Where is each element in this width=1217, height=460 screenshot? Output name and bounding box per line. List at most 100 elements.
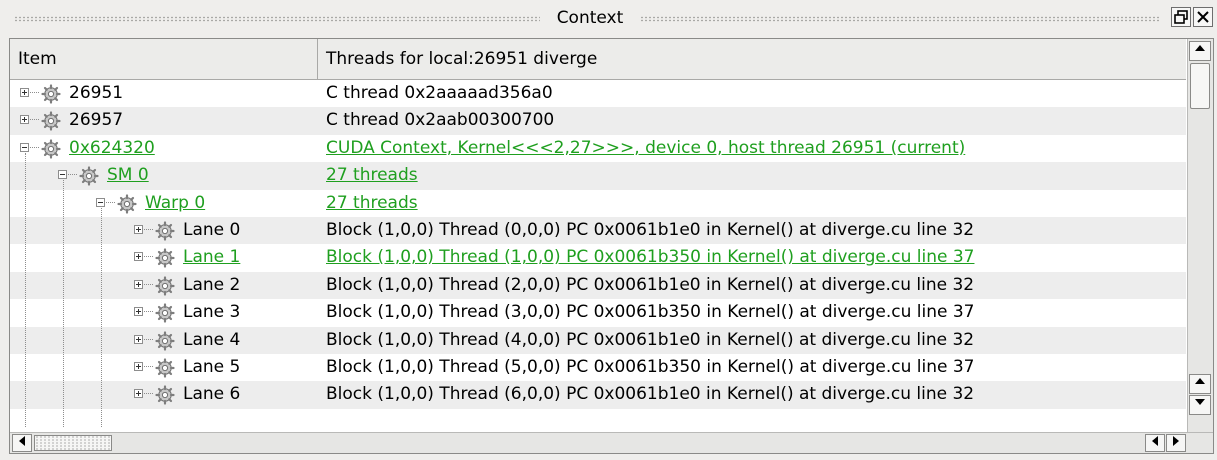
- tree-branch-line: [68, 174, 77, 176]
- arrow-left-icon: [1152, 436, 1158, 446]
- tree-guide-line: [25, 152, 26, 427]
- column-header-threads[interactable]: Threads for local:26951 diverge: [318, 39, 1186, 79]
- gear-icon: [155, 385, 175, 405]
- vertical-scrollbar[interactable]: [1187, 39, 1213, 432]
- gear-icon: [155, 330, 175, 351]
- gear-icon: [41, 139, 61, 159]
- tree-branch-line: [30, 146, 39, 148]
- tree-branch-line: [144, 338, 153, 340]
- tree-item-value: 27 threads: [326, 192, 418, 213]
- tree-item-value: CUDA Context, Kernel<<<2,27>>>, device 0…: [326, 137, 966, 158]
- tree-item-label[interactable]: SM 0: [107, 162, 149, 189]
- tree-row[interactable]: Lane 6 Block (1,0,0) Thread (6,0,0) PC 0x…: [10, 381, 1186, 409]
- tree-guide-line: [63, 180, 64, 427]
- horizontal-scroll-thumb[interactable]: [34, 435, 112, 451]
- tree-item-label[interactable]: Lane 5: [183, 354, 240, 381]
- arrow-left-icon: [19, 436, 25, 446]
- tree-branch-line: [144, 256, 153, 258]
- tree-item-value: Block (1,0,0) Thread (5,0,0) PC 0x0061b3…: [326, 356, 975, 377]
- gear-icon: [79, 166, 99, 186]
- gear-icon: [41, 84, 61, 104]
- arrow-right-icon: [1173, 436, 1179, 446]
- gear-icon: [117, 193, 137, 214]
- tree-item-value: C thread 0x2aab00300700: [326, 110, 555, 131]
- tree-item-value: Block (1,0,0) Thread (3,0,0) PC 0x0061b3…: [326, 302, 975, 323]
- tree-row[interactable]: Warp 0 27 threads: [10, 190, 1186, 217]
- scroll-up-button[interactable]: [1189, 41, 1211, 61]
- table-header: Item Threads for local:26951 diverge: [10, 39, 1186, 80]
- expand-icon[interactable]: [20, 115, 29, 125]
- expand-icon[interactable]: [20, 88, 29, 97]
- scroll-left-button-right[interactable]: [1145, 434, 1165, 452]
- tree-item-label[interactable]: 0x624320: [69, 135, 155, 162]
- expand-icon[interactable]: [134, 361, 143, 371]
- tree-item-value: Block (1,0,0) Thread (4,0,0) PC 0x0061b1…: [326, 329, 975, 350]
- expand-icon[interactable]: [134, 389, 143, 399]
- vertical-scroll-thumb[interactable]: [1190, 63, 1210, 109]
- tree-row[interactable]: Lane 5 Block (1,0,0) Thread (5,0,0) PC 0x…: [10, 354, 1186, 381]
- gear-icon: [155, 358, 175, 378]
- scroll-right-button[interactable]: [1166, 434, 1186, 452]
- title-bar: Context: [0, 0, 1217, 37]
- tree-row[interactable]: Lane 2 Block (1,0,0) Thread (2,0,0) PC 0x…: [10, 271, 1186, 300]
- tree-guide-line: [101, 207, 102, 427]
- tree-branch-line: [144, 283, 153, 285]
- tree-row[interactable]: 0x624320 CUDA Context, Kernel<<<2,27>>>, …: [10, 135, 1186, 162]
- tree-item-value: Block (1,0,0) Thread (6,0,0) PC 0x0061b1…: [326, 384, 975, 405]
- expand-icon[interactable]: [134, 334, 143, 344]
- tree-branch-line: [106, 201, 115, 203]
- tree-branch-line: [144, 365, 153, 367]
- restore-icon: [1174, 10, 1188, 24]
- collapse-icon[interactable]: [58, 170, 67, 180]
- expand-icon[interactable]: [134, 252, 143, 262]
- tree-row[interactable]: 26951 C thread 0x2aaaaad356a0: [10, 80, 1186, 107]
- tree-item-label[interactable]: Warp 0: [145, 190, 205, 217]
- scroll-down-button[interactable]: [1189, 395, 1211, 415]
- tree-row[interactable]: 26957 C thread 0x2aab00300700: [10, 107, 1186, 135]
- title-grip-right[interactable]: [640, 16, 1160, 22]
- gear-icon: [155, 276, 175, 296]
- tree-item-label[interactable]: Lane 6: [183, 381, 240, 408]
- tree-item-value: Block (1,0,0) Thread (2,0,0) PC 0x0061b1…: [326, 274, 975, 295]
- tree-item-value: Block (1,0,0) Thread (1,0,0) PC 0x0061b3…: [326, 247, 975, 268]
- scroll-up-button-lower[interactable]: [1189, 374, 1211, 394]
- expand-icon[interactable]: [134, 279, 143, 289]
- context-panel: Item Threads for local:26951 diverge 269…: [9, 38, 1214, 454]
- collapse-icon[interactable]: [96, 197, 105, 207]
- tree-item-label[interactable]: 26957: [69, 107, 123, 134]
- gear-icon: [41, 111, 61, 131]
- column-header-item[interactable]: Item: [10, 39, 318, 79]
- scroll-left-button[interactable]: [12, 434, 32, 452]
- tree-item-label[interactable]: 26951: [69, 80, 123, 107]
- tree-row[interactable]: Lane 3 Block (1,0,0) Thread (3,0,0) PC 0x…: [10, 299, 1186, 326]
- tree-item-value: C thread 0x2aaaaad356a0: [326, 83, 553, 103]
- close-button[interactable]: [1193, 7, 1213, 27]
- title-grip-left[interactable]: [14, 16, 540, 22]
- tree-branch-line: [144, 393, 153, 395]
- expand-icon[interactable]: [134, 307, 143, 317]
- tree-row[interactable]: SM 0 27 threads: [10, 162, 1186, 190]
- tree-item-label[interactable]: Lane 2: [183, 272, 240, 299]
- tree-item-value: Block (1,0,0) Thread (0,0,0) PC 0x0061b1…: [326, 219, 975, 240]
- window-title: Context: [556, 8, 624, 28]
- close-icon: [1197, 11, 1209, 23]
- tree-branch-line: [144, 311, 153, 313]
- arrow-down-icon: [1195, 399, 1205, 405]
- tree-item-label[interactable]: Lane 1: [183, 244, 240, 271]
- collapse-icon[interactable]: [20, 142, 29, 152]
- tree-row[interactable]: Lane 0 Block (1,0,0) Thread (0,0,0) PC 0x…: [10, 216, 1186, 245]
- tree-item-label[interactable]: Lane 3: [183, 299, 240, 326]
- tree-row[interactable]: Lane 1 Block (1,0,0) Thread (1,0,0) PC 0x…: [10, 244, 1186, 271]
- tree-item-value: 27 threads: [326, 165, 418, 186]
- arrow-up-icon: [1195, 378, 1205, 384]
- gear-icon: [155, 248, 175, 268]
- tree-item-label[interactable]: Lane 4: [183, 327, 240, 354]
- restore-button[interactable]: [1171, 7, 1191, 27]
- tree-item-label[interactable]: Lane 0: [183, 217, 240, 244]
- gear-icon: [155, 303, 175, 323]
- tree-branch-line: [144, 228, 153, 230]
- tree-row[interactable]: Lane 4 Block (1,0,0) Thread (4,0,0) PC 0x…: [10, 326, 1186, 354]
- horizontal-scrollbar[interactable]: [10, 432, 1213, 453]
- expand-icon[interactable]: [134, 224, 143, 234]
- arrow-up-icon: [1195, 45, 1205, 51]
